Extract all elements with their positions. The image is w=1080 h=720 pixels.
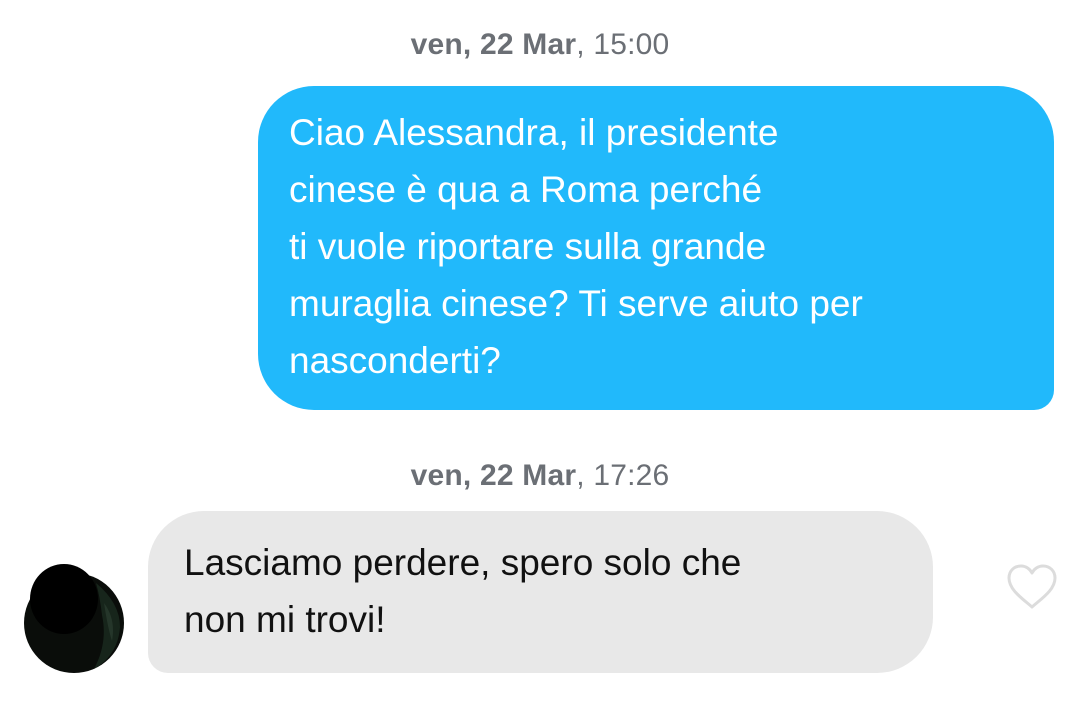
avatar-image [24,564,124,673]
message-line: Ciao Alessandra, il presidente [289,112,779,153]
timestamp-time: 17:26 [593,459,670,492]
incoming-message-bubble[interactable]: Lasciamo perdere, spero solo che non mi … [148,511,933,673]
timestamp-time: 15:00 [593,28,670,61]
message-line: muraglia cinese? Ti serve aiuto per [289,283,863,324]
outgoing-message-bubble[interactable]: Ciao Alessandra, il presidente cinese è … [258,86,1054,410]
message-line: non mi trovi! [184,599,386,640]
timestamp-day: ven, 22 Mar [410,28,577,61]
timestamp-day: ven, 22 Mar [410,459,577,492]
heart-outline-icon[interactable] [1005,563,1059,611]
message-timestamp: ven, 22 Mar, 15:00 [410,28,670,61]
message-line: Lasciamo perdere, spero solo che [184,542,742,583]
avatar[interactable] [24,563,124,675]
message-timestamp: ven, 22 Mar, 17:26 [410,459,670,492]
message-line: cinese è qua a Roma perché [289,169,763,210]
message-line: nasconderti? [289,340,501,381]
message-line: ti vuole riportare sulla grande [289,226,767,267]
chat-screen: ven, 22 Mar, 15:00 Ciao Alessandra, il p… [0,0,1080,720]
